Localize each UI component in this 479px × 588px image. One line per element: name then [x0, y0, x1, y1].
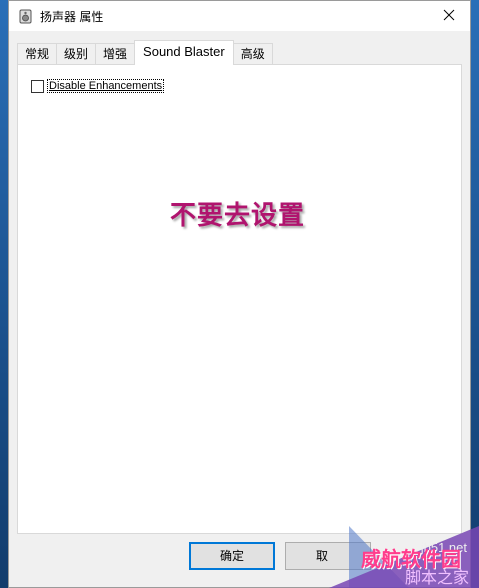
annotation-text: 不要去设置: [170, 201, 306, 231]
tab-sound-blaster[interactable]: Sound Blaster: [134, 40, 234, 65]
disable-enhancements-checkbox[interactable]: [31, 79, 44, 93]
speaker-icon: [18, 8, 32, 24]
tab-panel-sound-blaster: Disable Enhancements 不要去设置: [17, 64, 462, 534]
close-icon: [443, 9, 455, 24]
tab-enhancements[interactable]: 增强: [95, 43, 136, 65]
desktop-background-right: [471, 0, 479, 588]
speaker-properties-dialog: 扬声器 属性 常规 级别 增强 Sound Blaster 高级 Disable…: [8, 0, 471, 588]
ok-button[interactable]: 确定: [189, 542, 275, 570]
desktop-background-left: [0, 0, 8, 588]
tab-general[interactable]: 常规: [17, 43, 58, 65]
disable-enhancements-option[interactable]: Disable Enhancements: [31, 79, 165, 93]
close-button[interactable]: [428, 1, 470, 31]
title-bar: 扬声器 属性: [9, 1, 470, 31]
tab-advanced[interactable]: 高级: [232, 43, 273, 65]
tab-levels[interactable]: 级别: [56, 43, 97, 65]
window-title: 扬声器 属性: [40, 9, 104, 24]
tab-strip: 常规 级别 增强 Sound Blaster 高级: [17, 40, 273, 65]
cancel-button[interactable]: 取: [285, 542, 371, 570]
disable-enhancements-label[interactable]: Disable Enhancements: [47, 79, 165, 93]
